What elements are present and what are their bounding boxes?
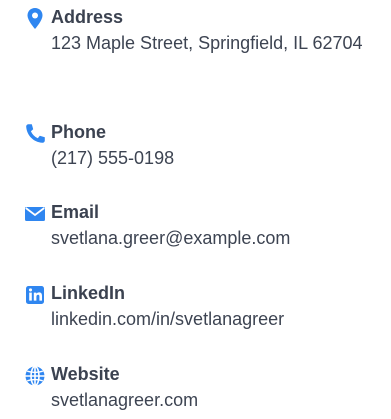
- linkedin-icon: [22, 282, 48, 308]
- email-label: Email: [51, 202, 100, 222]
- website-label: Website: [51, 364, 120, 384]
- phone-icon: [22, 121, 48, 147]
- contact-info-list: Address 123 Maple Street, Springfield, I…: [0, 0, 391, 419]
- address-label: Address: [51, 7, 124, 27]
- linkedin-label: LinkedIn: [51, 283, 126, 303]
- website-value[interactable]: svetlanagreer.com: [51, 385, 386, 416]
- envelope-icon: [22, 201, 48, 227]
- linkedin-value[interactable]: linkedin.com/in/svetlanagreer: [51, 304, 386, 335]
- address-value: 123 Maple Street, Springfield, IL 62704: [51, 33, 363, 53]
- phone-label: Phone: [51, 122, 107, 142]
- globe-icon: [22, 363, 48, 389]
- email-value[interactable]: svetlana.greer@example.com: [51, 223, 386, 254]
- phone-value[interactable]: (217) 555-0198: [51, 143, 386, 174]
- map-pin-icon: [22, 6, 48, 32]
